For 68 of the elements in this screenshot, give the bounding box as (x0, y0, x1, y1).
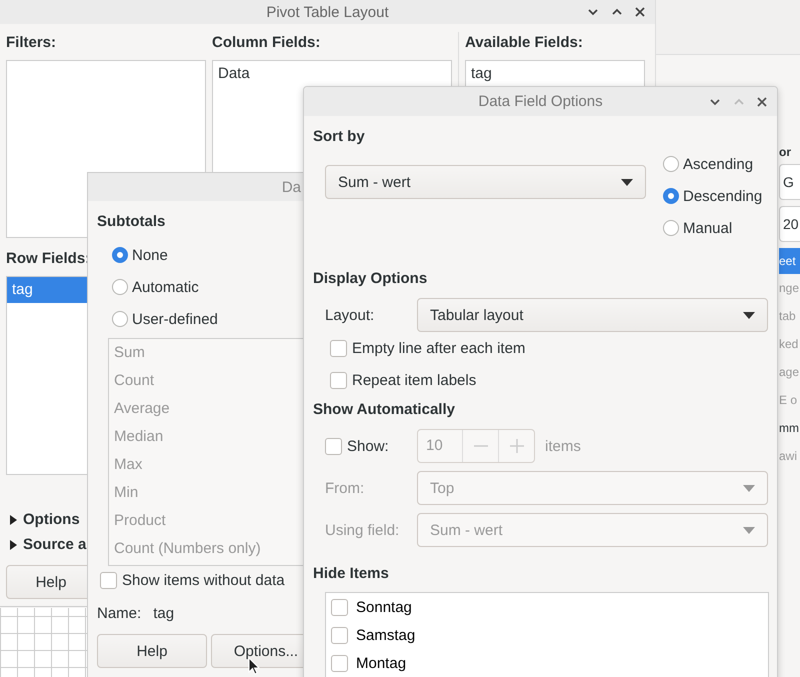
window-title: Data Field Options (478, 93, 603, 110)
caret-icon (743, 312, 755, 318)
expander-label[interactable]: Options (23, 511, 80, 528)
using-field-label: Using field: (324, 522, 400, 538)
radio-label: User-defined (132, 310, 218, 328)
window-title: Da (282, 178, 301, 196)
name-label: Name: (97, 605, 142, 622)
radio-label: None (132, 246, 168, 264)
list-item[interactable]: Data (213, 61, 451, 87)
panel-heading: or (779, 144, 792, 161)
name-value: tag (153, 605, 174, 622)
checkbox[interactable] (330, 340, 347, 356)
checkbox[interactable] (331, 598, 348, 616)
items-label: items (545, 438, 581, 454)
window-title: Pivot Table Layout (266, 4, 389, 20)
radio-button[interactable] (112, 247, 128, 263)
checkbox[interactable] (331, 626, 348, 644)
radio-label: Manual (683, 220, 732, 236)
radio-button[interactable] (112, 279, 128, 295)
expander-label[interactable]: Source a (23, 536, 86, 553)
radio-label: Automatic (132, 278, 199, 296)
checkbox[interactable] (325, 438, 342, 454)
checkbox[interactable] (100, 572, 117, 589)
caret-icon (743, 526, 755, 534)
radio-button[interactable] (663, 156, 679, 172)
radio-button[interactable] (112, 311, 128, 327)
section-heading: Display Options (313, 269, 428, 289)
expander-arrow-icon[interactable] (10, 514, 17, 524)
layout-dropdown[interactable]: Tabular layout (417, 298, 768, 332)
section-heading: Show Automatically (313, 400, 456, 420)
section-heading: Subtotals (97, 212, 166, 232)
minimize-icon[interactable] (709, 98, 721, 106)
checkbox-label: Empty line after each item (352, 340, 526, 356)
minimize-icon[interactable] (587, 8, 599, 16)
close-icon[interactable] (757, 96, 767, 106)
caret-icon (621, 178, 633, 186)
close-icon[interactable] (635, 7, 645, 17)
list-item[interactable]: tag (466, 61, 644, 87)
checkbox[interactable] (331, 654, 348, 672)
checkbox-label: Show items without data (122, 572, 285, 589)
section-heading: Hide Items (313, 564, 390, 584)
column-fields-label: Column Fields: (212, 34, 320, 53)
checkbox-label: Repeat item labels (352, 372, 476, 388)
checkbox[interactable] (330, 372, 347, 388)
layout-label: Layout: (324, 306, 376, 324)
radio-label: Descending (683, 188, 762, 204)
filters-label: Filters: (6, 34, 56, 53)
row-fields-label: Row Fields: (6, 250, 90, 269)
caret-icon (743, 484, 755, 492)
radio-button[interactable] (663, 220, 679, 236)
maximize-icon[interactable] (611, 8, 623, 16)
list-item[interactable]: eet (779, 248, 800, 274)
radio-label: Ascending (683, 156, 754, 172)
sort-field-dropdown[interactable]: Sum - wert (325, 165, 646, 199)
input-field[interactable]: 20 (779, 206, 800, 242)
input-field[interactable]: G (779, 164, 800, 200)
section-heading: Sort by (313, 127, 366, 147)
dialog-button[interactable]: Options... (211, 634, 304, 668)
checkbox-label: Sonntag (356, 598, 412, 616)
checkbox-label: Show: (347, 438, 389, 454)
from-label: From: (324, 480, 366, 496)
radio-button[interactable] (663, 188, 679, 204)
available-fields-label: Available Fields: (465, 34, 583, 53)
list-item[interactable]: mm (779, 414, 800, 442)
expander-arrow-icon[interactable] (10, 540, 17, 550)
checkbox-label: Montag (356, 654, 406, 672)
dialog-button[interactable]: Help (97, 634, 207, 668)
checkbox-label: Samstag (356, 626, 416, 644)
